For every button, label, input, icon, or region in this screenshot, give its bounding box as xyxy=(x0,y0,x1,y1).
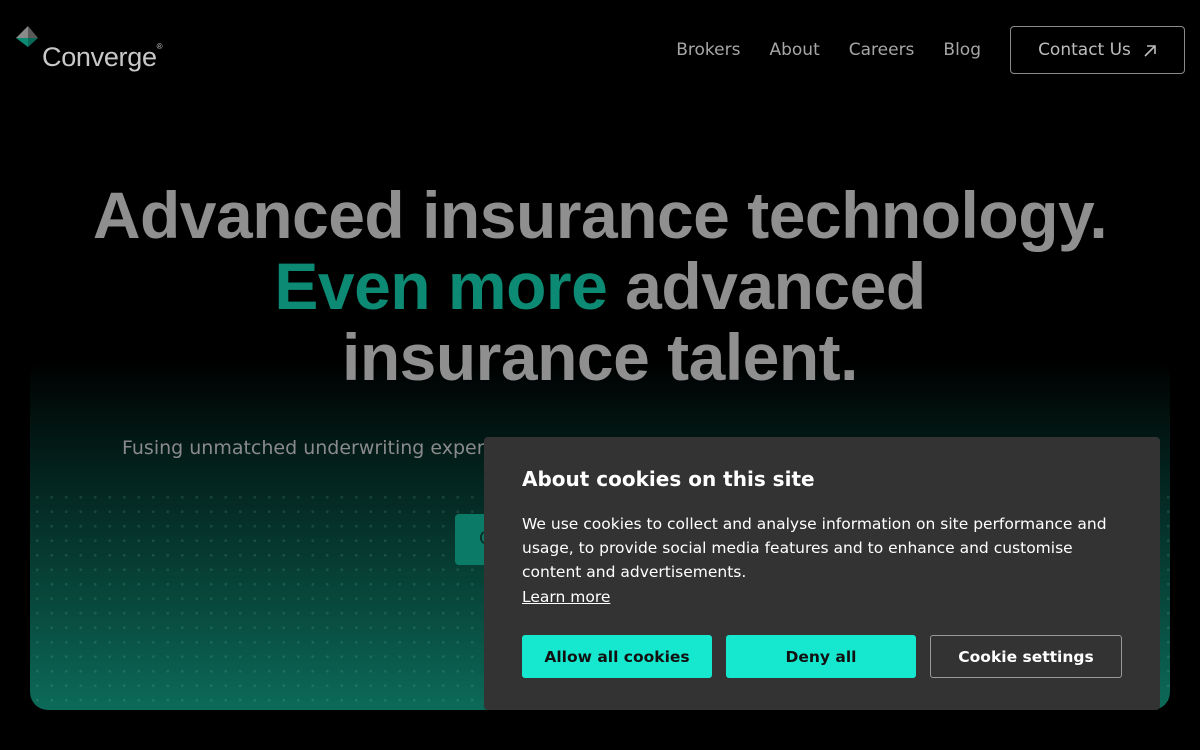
hero-subtext: Fusing unmatched underwriting exper xyxy=(122,437,485,459)
main-nav: Brokers About Careers Blog Contact Us xyxy=(676,26,1185,74)
converge-logo-icon xyxy=(14,26,38,48)
headline-line-2: advanced xyxy=(625,249,926,323)
cookie-banner-body: We use cookies to collect and analyse in… xyxy=(522,515,1107,581)
headline-line-3: insurance talent. xyxy=(342,320,859,394)
contact-us-label: Contact Us xyxy=(1038,40,1131,60)
headline-line-1: Advanced insurance technology. xyxy=(92,178,1108,252)
arrow-up-right-icon xyxy=(1143,43,1157,57)
cookie-actions: Allow all cookies Deny all Cookie settin… xyxy=(522,635,1122,678)
hero-headline: Advanced insurance technology. Even more… xyxy=(0,180,1200,393)
contact-us-button[interactable]: Contact Us xyxy=(1010,26,1185,74)
brand-name: Converge® xyxy=(42,42,163,72)
learn-more-link[interactable]: Learn more xyxy=(522,588,610,606)
brand-logo[interactable]: Converge® xyxy=(14,26,163,73)
nav-link-about[interactable]: About xyxy=(769,40,819,60)
deny-all-button[interactable]: Deny all xyxy=(726,635,916,678)
nav-link-blog[interactable]: Blog xyxy=(943,40,981,60)
cookie-banner-title: About cookies on this site xyxy=(522,467,815,491)
allow-all-cookies-button[interactable]: Allow all cookies xyxy=(522,635,712,678)
headline-accent: Even more xyxy=(274,249,608,323)
nav-link-careers[interactable]: Careers xyxy=(849,40,915,60)
cookie-settings-button[interactable]: Cookie settings xyxy=(930,635,1122,678)
nav-link-brokers[interactable]: Brokers xyxy=(676,40,740,60)
cookie-banner: About cookies on this site We use cookie… xyxy=(484,437,1160,710)
